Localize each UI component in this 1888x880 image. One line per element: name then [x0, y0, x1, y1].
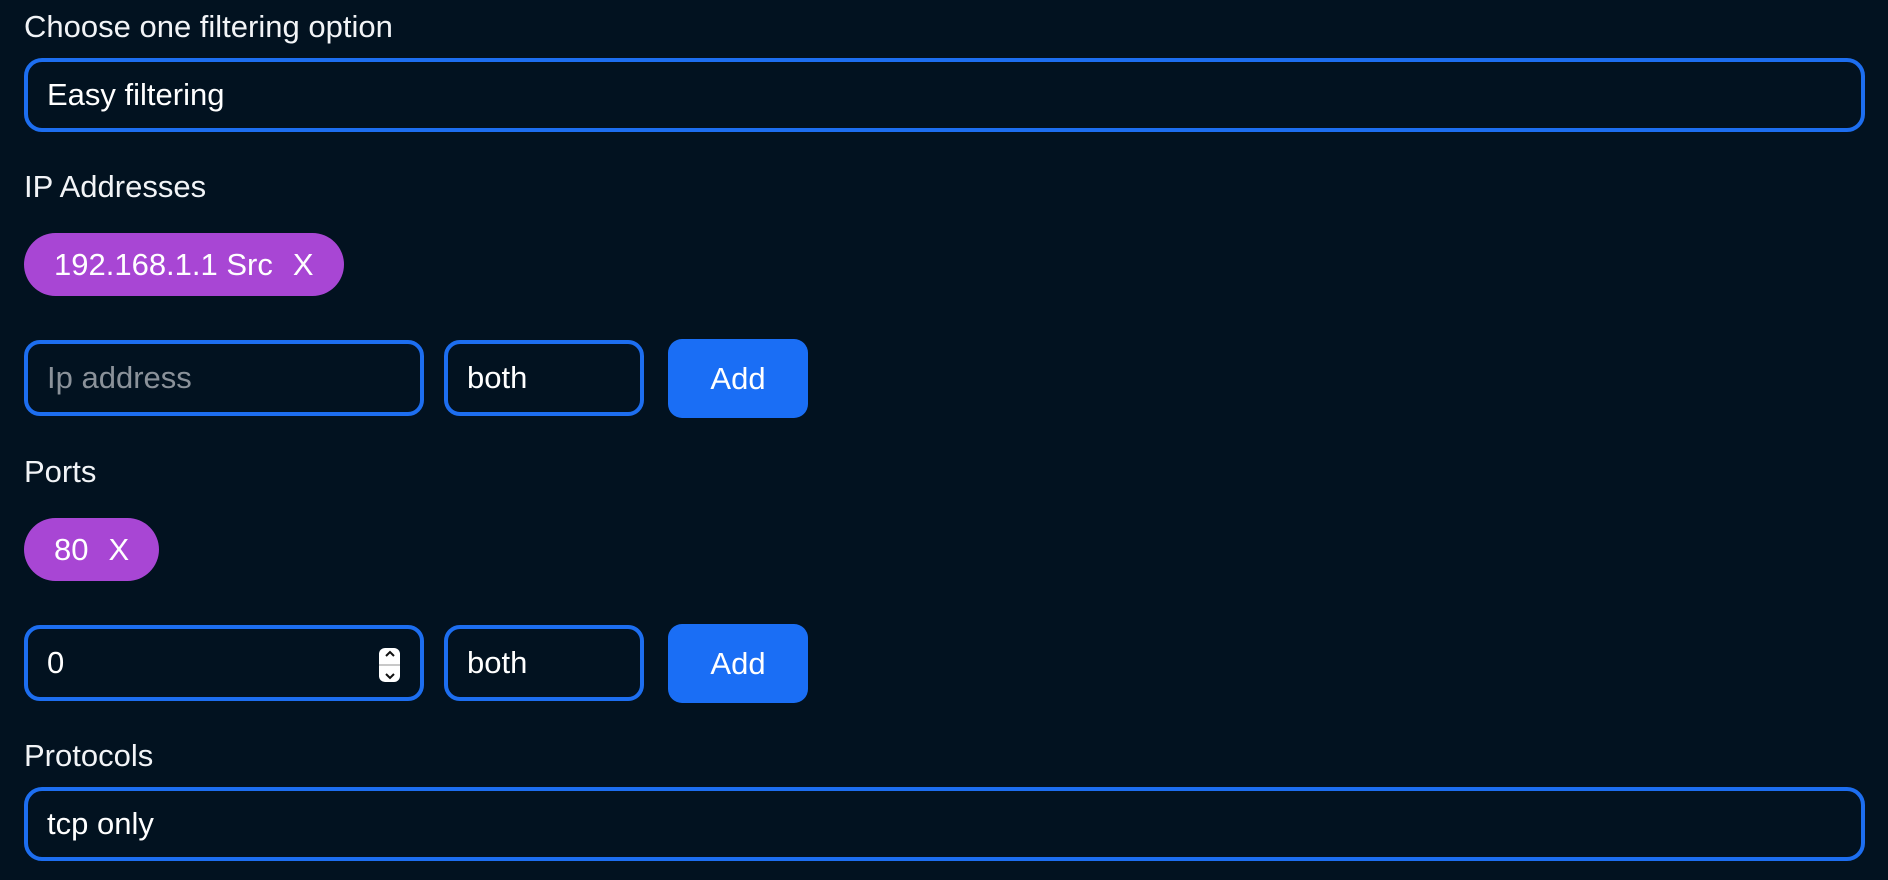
port-stepper[interactable] [379, 648, 400, 682]
ip-addresses-label: IP Addresses [24, 169, 207, 204]
port-input[interactable]: 0 [24, 625, 424, 701]
port-direction-value: both [467, 645, 528, 680]
chevron-down-icon[interactable] [384, 672, 396, 680]
port-direction-select[interactable]: both [444, 625, 644, 701]
port-chip-text: 80 [54, 531, 89, 567]
ip-chip-text: 192.168.1.1 Src [54, 246, 273, 282]
filtering-option-value: Easy filtering [47, 77, 225, 112]
stepper-divider [379, 664, 400, 666]
filter-panel: Choose one filtering option Easy filteri… [0, 0, 1888, 880]
port-chip: 80 X [24, 518, 160, 581]
add-ip-button[interactable]: Add [668, 339, 808, 418]
filtering-option-label: Choose one filtering option [24, 9, 393, 44]
port-input-value: 0 [47, 645, 65, 680]
add-port-button[interactable]: Add [668, 624, 808, 703]
protocols-label: Protocols [24, 738, 154, 773]
ip-chip: 192.168.1.1 Src X [24, 233, 344, 296]
ip-address-input[interactable]: Ip address [24, 340, 424, 416]
ip-chip-remove-button[interactable]: X [293, 247, 314, 283]
protocols-select[interactable]: tcp only [24, 787, 1865, 861]
protocols-value: tcp only [47, 806, 154, 841]
ip-direction-select[interactable]: both [444, 340, 644, 416]
ip-address-placeholder: Ip address [47, 360, 192, 395]
filtering-option-select[interactable]: Easy filtering [24, 58, 1865, 132]
ip-direction-value: both [467, 360, 528, 395]
ports-label: Ports [24, 454, 97, 489]
port-chip-remove-button[interactable]: X [108, 532, 129, 568]
chevron-up-icon[interactable] [384, 650, 396, 658]
